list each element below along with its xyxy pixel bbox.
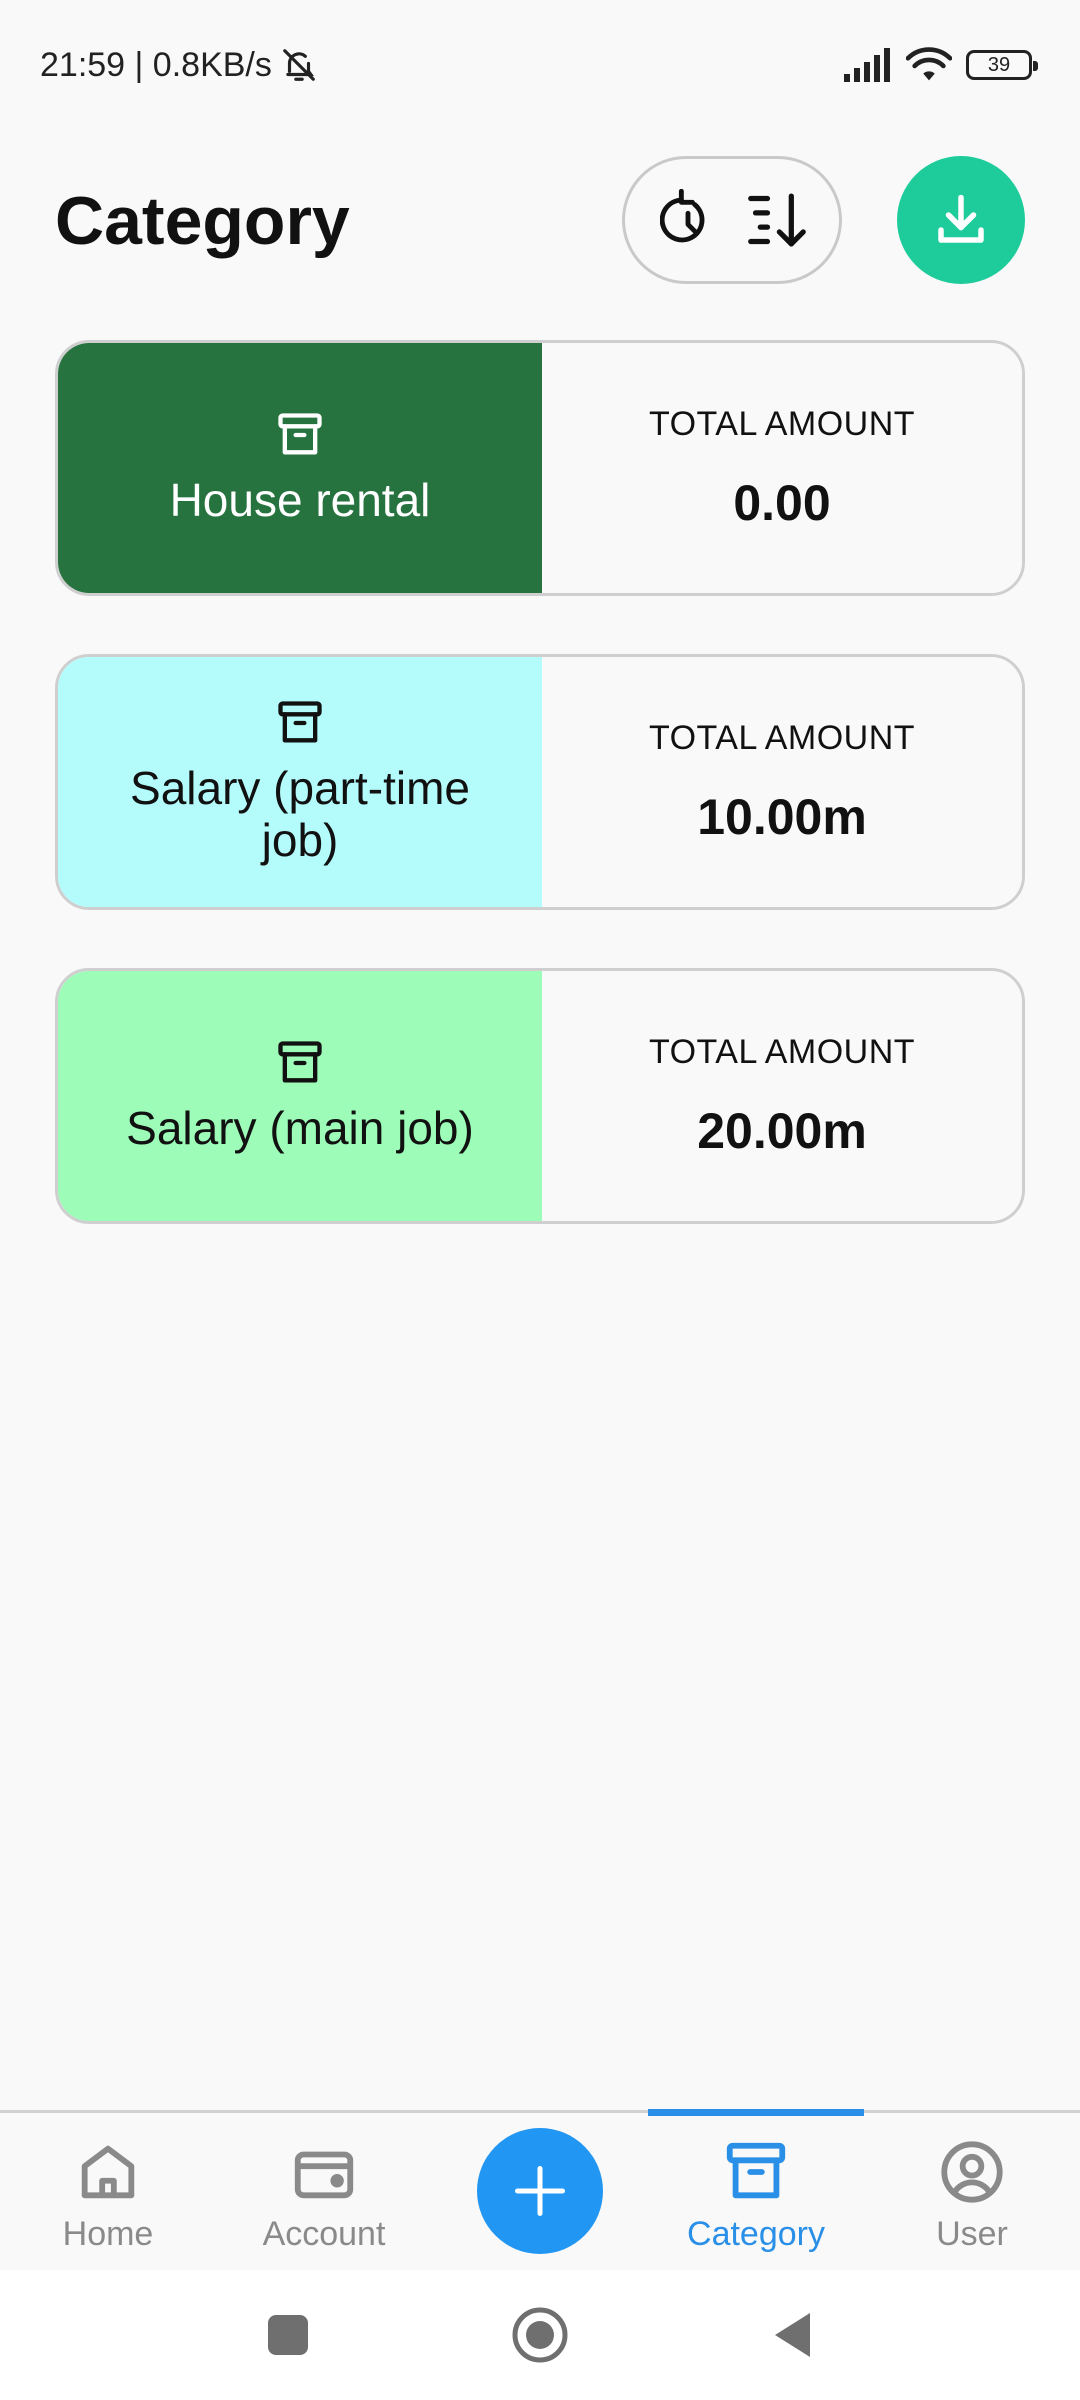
archive-icon <box>278 701 322 743</box>
status-left: 21:59 | 0.8KB/s <box>40 46 318 85</box>
reset-button[interactable] <box>657 185 719 255</box>
home-icon <box>81 2145 135 2199</box>
total-amount-label: TOTAL AMOUNT <box>648 404 916 443</box>
download-button[interactable] <box>897 156 1025 284</box>
category-total-panel: TOTAL AMOUNT 0.00 <box>542 343 1022 593</box>
total-amount-label: TOTAL AMOUNT <box>648 718 916 757</box>
status-right: 39 <box>844 47 1038 83</box>
header-action-group <box>622 156 842 284</box>
nav-label: User <box>936 2215 1008 2253</box>
page-title: Category <box>55 183 350 259</box>
category-name: House rental <box>169 474 431 527</box>
home-system-button[interactable] <box>510 2305 570 2365</box>
category-name: Salary (main job) <box>126 1102 474 1155</box>
sort-descending-icon <box>747 193 806 247</box>
nav-item-home[interactable]: Home <box>0 2113 216 2273</box>
category-card[interactable]: Salary (part-time job) TOTAL AMOUNT 10.0… <box>55 654 1025 910</box>
wallet-icon <box>294 2151 354 2199</box>
add-button[interactable] <box>477 2128 603 2254</box>
category-card[interactable]: Salary (main job) TOTAL AMOUNT 20.00m <box>55 968 1025 1224</box>
recents-button[interactable] <box>258 2305 318 2365</box>
status-bar: 21:59 | 0.8KB/s 39 <box>0 0 1080 130</box>
system-nav-bar <box>0 2270 1080 2400</box>
rotate-icon <box>659 189 704 243</box>
wifi-icon <box>906 47 952 81</box>
category-total-panel: TOTAL AMOUNT 20.00m <box>542 971 1022 1221</box>
signal-icon <box>844 48 890 82</box>
square-icon <box>268 2315 308 2355</box>
archive-icon <box>278 413 322 455</box>
circle-icon <box>512 2307 568 2363</box>
sort-button[interactable] <box>746 185 808 255</box>
category-card[interactable]: House rental TOTAL AMOUNT 0.00 <box>55 340 1025 596</box>
nav-label: Home <box>62 2215 154 2253</box>
nav-label: Category <box>687 2215 825 2253</box>
category-total-panel: TOTAL AMOUNT 10.00m <box>542 657 1022 907</box>
total-amount-value: 20.00m <box>697 1102 867 1159</box>
archive-icon <box>726 2142 786 2199</box>
status-time-speed: 21:59 | 0.8KB/s <box>40 45 272 84</box>
category-name: Salary (part-time job) <box>130 762 470 866</box>
bell-muted-icon <box>283 49 315 81</box>
nav-item-account[interactable]: Account <box>216 2113 432 2273</box>
category-color-panel: Salary (main job) <box>58 971 542 1221</box>
category-color-panel: House rental <box>58 343 542 593</box>
user-icon <box>941 2141 1003 2203</box>
plus-icon <box>515 2166 565 2216</box>
nav-item-category[interactable]: Category <box>648 2109 864 2273</box>
total-amount-value: 0.00 <box>733 474 831 531</box>
total-amount-label: TOTAL AMOUNT <box>648 1032 916 1071</box>
header: Category <box>0 150 1080 290</box>
download-icon <box>938 194 984 243</box>
back-button[interactable] <box>762 2305 822 2365</box>
category-color-panel: Salary (part-time job) <box>58 657 542 907</box>
total-amount-value: 10.00m <box>697 788 867 845</box>
nav-label: Account <box>262 2215 386 2253</box>
category-list: House rental TOTAL AMOUNT 0.00 Salary (p… <box>55 340 1025 1282</box>
battery-icon: 39 <box>966 50 1038 80</box>
archive-icon <box>278 1041 322 1083</box>
battery-level: 39 <box>987 53 1011 76</box>
nav-item-user[interactable]: User <box>864 2113 1080 2273</box>
back-triangle-icon <box>775 2313 810 2357</box>
